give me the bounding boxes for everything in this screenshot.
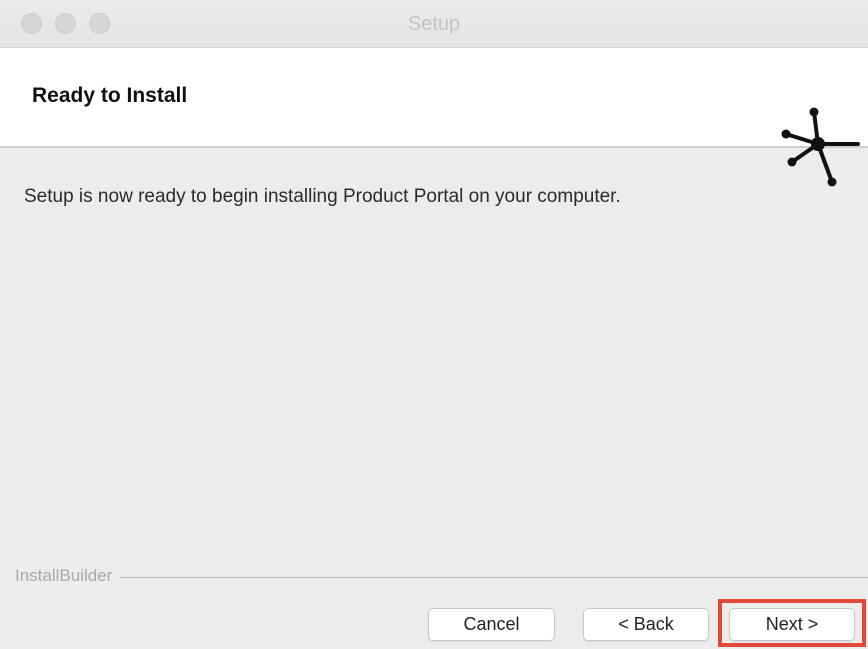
back-button[interactable]: < Back <box>583 608 709 641</box>
window-title: Setup <box>407 13 461 35</box>
cancel-button[interactable]: Cancel <box>428 608 555 641</box>
page-title: Ready to Install <box>32 84 188 107</box>
next-button[interactable]: Next > <box>729 608 855 641</box>
setup-window: Setup Ready to Install Setup is now read… <box>0 0 868 649</box>
header-panel: Ready to Install <box>0 48 868 187</box>
installbuilder-logo-icon <box>781 107 860 187</box>
title-bar: Setup <box>0 0 868 48</box>
footer-divider <box>15 577 868 578</box>
ready-message: Setup is now ready to begin installing P… <box>24 186 621 207</box>
installbuilder-label: InstallBuilder <box>15 566 121 586</box>
